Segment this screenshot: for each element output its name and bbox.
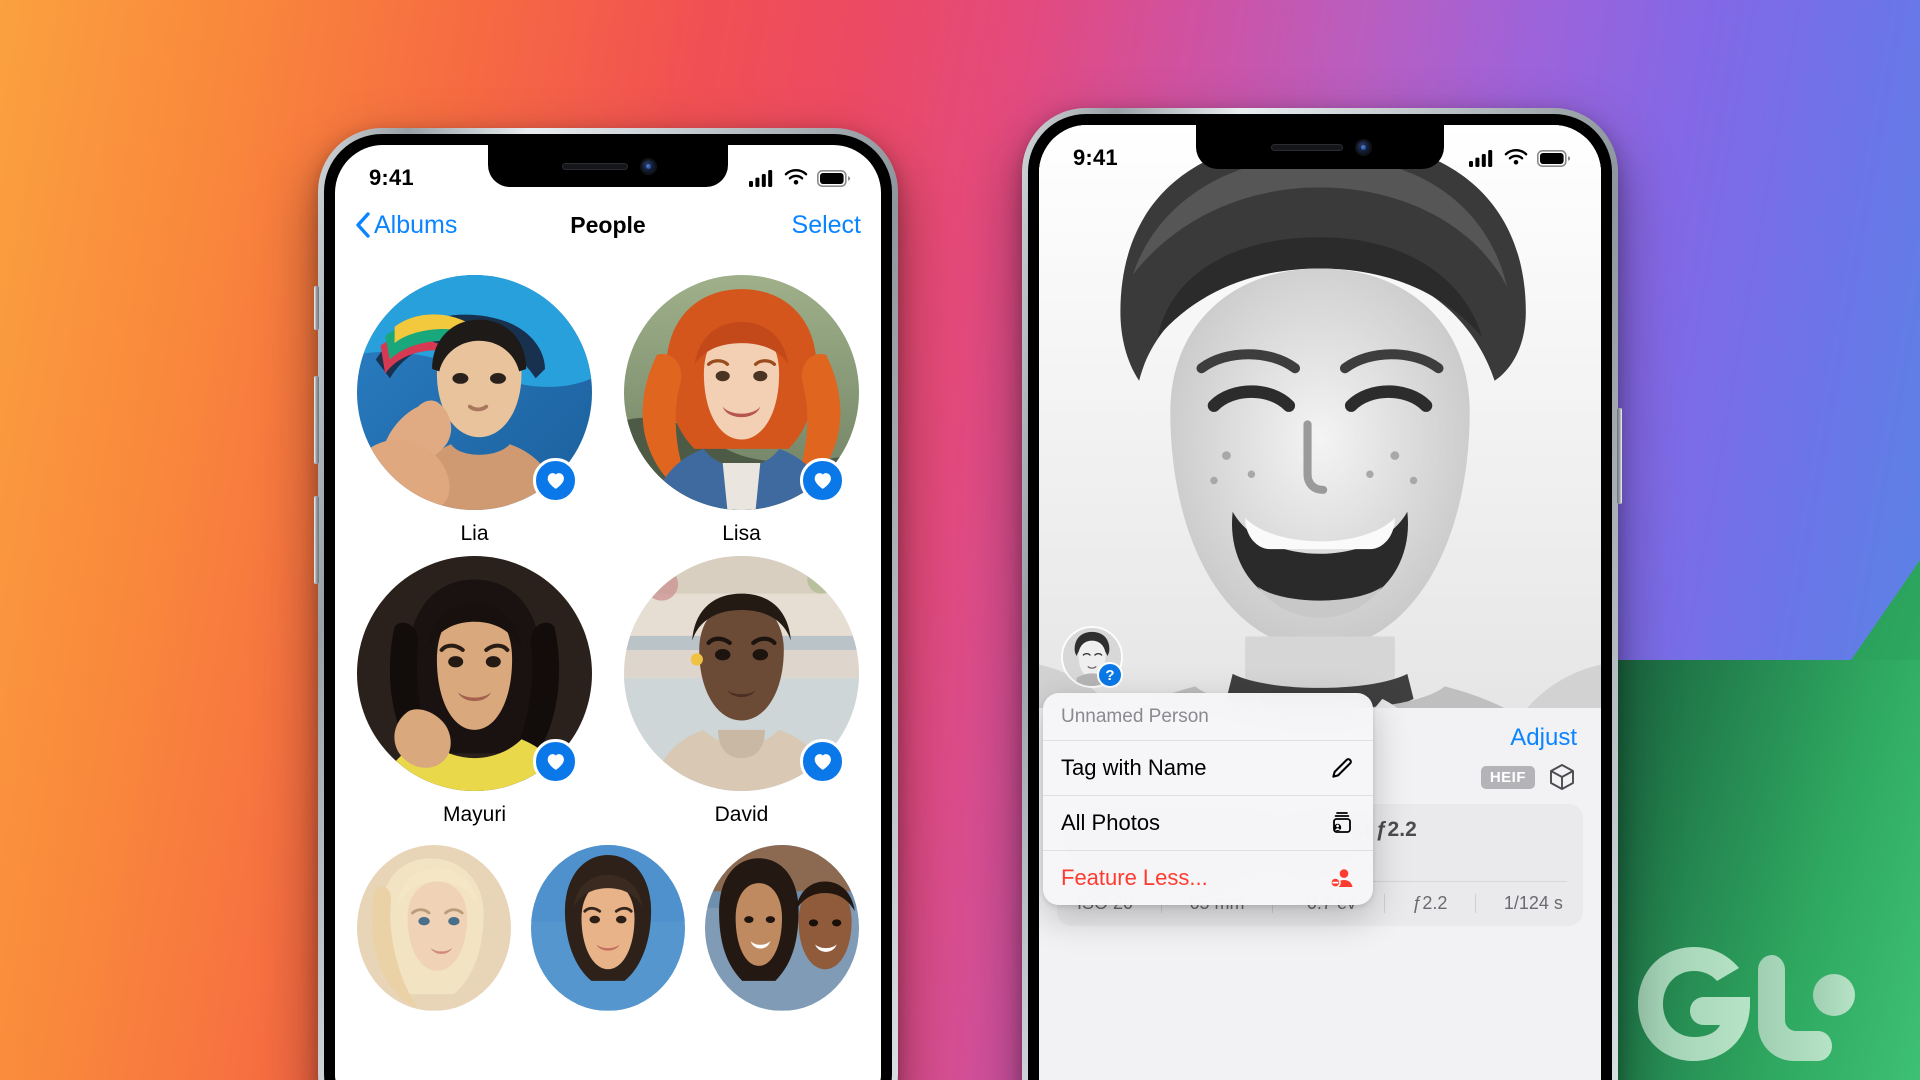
cellular-signal-icon <box>1469 150 1493 167</box>
back-label: Albums <box>374 210 458 239</box>
volume-up-button[interactable] <box>314 376 319 464</box>
right-phone-screen: ? 9:41 Adjust HEIF ƒ2.2 ƒ2.2 1/124 s Unn… <box>1039 125 1601 1080</box>
cellular-signal-icon <box>749 170 773 187</box>
photo-image <box>1039 125 1601 749</box>
status-time: 9:41 <box>1073 145 1118 170</box>
navigation-bar: Albums People Select <box>335 197 881 253</box>
person-cell[interactable] <box>705 845 859 1011</box>
heart-icon <box>547 472 564 489</box>
right-side-button[interactable] <box>1617 408 1622 504</box>
pencil-icon <box>1332 758 1352 779</box>
guiding-tech-gt-logo <box>1638 947 1855 1061</box>
heart-icon <box>547 753 564 770</box>
menu-item-label: All Photos <box>1061 810 1161 836</box>
person-face-photo <box>357 845 511 1011</box>
left-phone-device: 9:41 Albums People Select Lia Lisa Mayur… <box>314 128 898 1080</box>
back-to-albums-button[interactable]: Albums <box>355 211 457 240</box>
photo-stack-person-icon <box>1333 812 1351 834</box>
front-camera-icon <box>1356 140 1370 154</box>
format-badge: HEIF <box>1480 765 1535 789</box>
person-face-photo <box>705 845 859 1011</box>
heart-icon <box>814 753 831 770</box>
person-minus-icon <box>1330 869 1353 889</box>
person-cell[interactable] <box>531 845 685 1011</box>
adjust-button[interactable]: Adjust <box>1510 724 1577 752</box>
divider <box>1383 894 1385 914</box>
wifi-icon <box>1504 149 1528 165</box>
person-face-photo <box>531 845 685 1011</box>
exif-aperture: ƒ2.2 <box>1412 893 1448 914</box>
menu-item-all-photos[interactable]: All Photos <box>1043 796 1373 850</box>
left-phone-screen: 9:41 Albums People Select Lia Lisa Mayur… <box>335 145 881 1080</box>
favorite-heart-badge[interactable] <box>800 739 845 784</box>
person-cell[interactable] <box>357 845 511 1011</box>
person-cell[interactable]: Mayuri <box>357 556 592 827</box>
person-name: Lia <box>460 522 489 545</box>
context-menu-header: Unnamed Person <box>1061 706 1209 728</box>
chevron-left-icon <box>356 212 370 238</box>
favorite-heart-badge[interactable] <box>533 458 578 503</box>
divider <box>1475 894 1477 914</box>
menu-item-feature-less[interactable]: Feature Less... <box>1043 851 1373 905</box>
person-name: David <box>714 803 769 826</box>
front-camera-icon <box>641 159 655 173</box>
person-name: Lisa <box>722 522 761 545</box>
cube-icon[interactable] <box>1547 762 1577 792</box>
right-phone-device: ? 9:41 Adjust HEIF ƒ2.2 ƒ2.2 1/124 s Unn… <box>1022 108 1622 1080</box>
wifi-icon <box>784 169 808 185</box>
battery-icon <box>817 169 851 187</box>
earpiece-speaker <box>1270 143 1343 151</box>
mute-switch[interactable] <box>314 286 319 330</box>
earpiece-speaker <box>561 162 628 170</box>
person-name: Mayuri <box>442 803 506 826</box>
battery-icon <box>1537 149 1571 167</box>
menu-item-label: Tag with Name <box>1061 755 1207 781</box>
favorite-heart-badge[interactable] <box>800 458 845 503</box>
heart-icon <box>814 472 831 489</box>
menu-item-label: Feature Less... <box>1061 865 1208 891</box>
people-grid: Lia Lisa Mayuri David <box>335 253 881 1080</box>
person-cell[interactable]: Lia <box>357 275 592 546</box>
menu-item-tag-with-name[interactable]: Tag with Name <box>1043 741 1373 795</box>
volume-down-button[interactable] <box>314 496 319 584</box>
notch <box>1196 125 1444 169</box>
person-cell[interactable]: Lisa <box>624 275 859 546</box>
status-time: 9:41 <box>369 165 414 190</box>
select-button[interactable]: Select <box>792 211 861 240</box>
people-grid-partial-row <box>357 837 859 1011</box>
favorite-heart-badge[interactable] <box>533 739 578 784</box>
exif-shutter-speed: 1/124 s <box>1503 893 1563 914</box>
notch <box>488 145 728 187</box>
person-cell[interactable]: David <box>624 556 859 827</box>
face-context-menu: Unnamed Person Tag with Name All Photos <box>1043 693 1373 906</box>
